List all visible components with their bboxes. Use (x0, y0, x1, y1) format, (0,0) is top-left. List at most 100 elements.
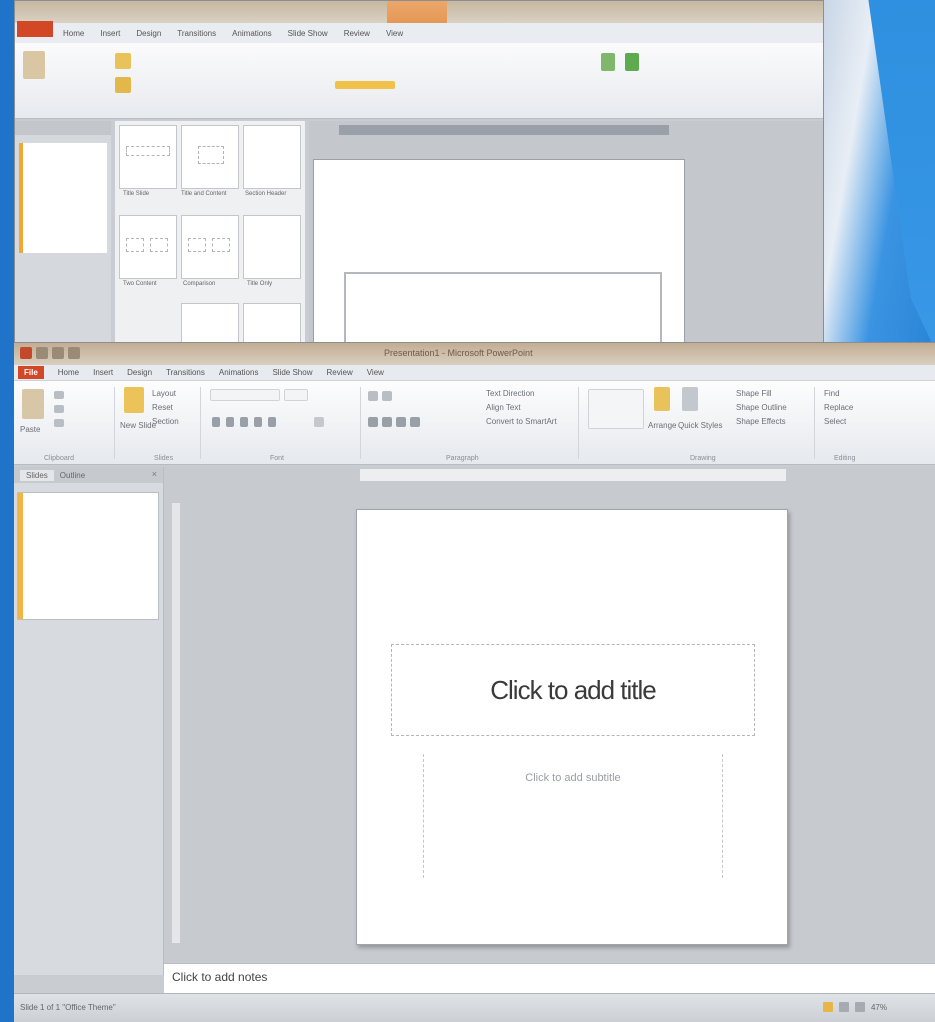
align-center-icon[interactable] (382, 417, 392, 427)
close-icon[interactable]: × (152, 469, 157, 479)
tab-insert[interactable]: Insert (93, 368, 113, 377)
shapes-gallery[interactable] (588, 389, 644, 429)
ribbon: Paste Clipboard New Slide Layout Reset S… (14, 381, 935, 465)
font-name-select[interactable] (210, 389, 280, 401)
align-right-icon[interactable] (396, 417, 406, 427)
text-direction-button[interactable]: Text Direction (486, 389, 534, 398)
layout-option (181, 215, 239, 279)
tab-animations[interactable]: Animations (219, 368, 259, 377)
slides-pane: Slides Outline × (14, 467, 164, 975)
tab-review[interactable]: Review (326, 368, 352, 377)
shape-outline-button[interactable]: Shape Outline (736, 403, 787, 412)
back-title-box (344, 272, 662, 349)
group-separator (360, 387, 361, 459)
arrange-icon[interactable] (654, 387, 670, 411)
group-label: Drawing (690, 455, 716, 462)
group-label: Paragraph (446, 455, 479, 462)
layout-label: Title Only (247, 281, 273, 287)
convert-smartart-button[interactable]: Convert to SmartArt (486, 417, 557, 426)
tab-home[interactable]: Home (58, 368, 79, 377)
back-titlebar (15, 1, 823, 37)
back-ruler (339, 125, 669, 135)
quick-access-toolbar (20, 347, 80, 359)
tab-slides[interactable]: Slides (20, 469, 54, 481)
desktop-background (0, 0, 14, 1022)
back-tab: Animations (232, 28, 272, 38)
copy-icon[interactable] (54, 405, 64, 413)
undo-icon[interactable] (52, 347, 64, 359)
normal-view-icon[interactable] (822, 1002, 833, 1012)
layout-gallery: Title Slide Title and Content Section He… (115, 121, 305, 349)
paste-button[interactable]: Paste (20, 425, 40, 434)
subtitle-placeholder[interactable]: Click to add subtitle (423, 754, 723, 878)
align-left-icon[interactable] (368, 417, 378, 427)
back-slide-thumbnail (19, 143, 107, 253)
tab-outline[interactable]: Outline (60, 471, 85, 480)
tab-slide-show[interactable]: Slide Show (272, 368, 312, 377)
bold-icon[interactable] (212, 417, 220, 427)
back-file-tab (17, 21, 53, 37)
select-button[interactable]: Select (824, 417, 846, 426)
justify-icon[interactable] (410, 417, 420, 427)
shadow-icon[interactable] (268, 417, 276, 427)
tab-view[interactable]: View (367, 368, 384, 377)
back-new-slide-icon (115, 53, 131, 69)
slide-canvas[interactable]: Click to add title Click to add subtitle (356, 509, 788, 945)
new-slide-icon[interactable] (124, 387, 144, 413)
notes-pane[interactable]: Click to add notes (164, 963, 935, 993)
zoom-level[interactable]: 47% (871, 1003, 887, 1012)
shape-effects-button[interactable]: Shape Effects (736, 417, 786, 426)
shape-fill-button[interactable]: Shape Fill (736, 389, 772, 398)
group-label: Font (270, 455, 285, 462)
paste-icon[interactable] (22, 389, 44, 419)
new-slide-button[interactable]: New Slide (120, 421, 156, 430)
bullets-icon[interactable] (368, 391, 378, 401)
back-tab: Home (63, 28, 85, 38)
slide-sorter-icon[interactable] (838, 1002, 849, 1012)
strikethrough-icon[interactable] (254, 417, 262, 427)
quick-styles-button[interactable]: Quick Styles (678, 421, 722, 430)
layout-option (119, 125, 177, 189)
reset-button[interactable]: Reset (152, 403, 173, 412)
back-paste-icon (23, 51, 45, 79)
underline-icon[interactable] (240, 417, 248, 427)
file-tab[interactable]: File (18, 366, 44, 379)
redo-icon[interactable] (68, 347, 80, 359)
notes-placeholder: Click to add notes (172, 970, 268, 984)
title-placeholder[interactable]: Click to add title (391, 644, 755, 736)
back-tab: Insert (100, 28, 121, 38)
layout-option (119, 215, 177, 279)
save-icon[interactable] (36, 347, 48, 359)
quick-styles-icon[interactable] (682, 387, 698, 411)
view-controls: 47% (822, 1002, 887, 1012)
format-painter-icon[interactable] (54, 419, 64, 427)
reading-view-icon[interactable] (854, 1002, 865, 1012)
numbering-icon[interactable] (382, 391, 392, 401)
layout-label: Comparison (183, 281, 216, 287)
ribbon-tabbar: File Home Insert Design Transitions Anim… (14, 365, 935, 381)
italic-icon[interactable] (226, 417, 234, 427)
group-separator (578, 387, 579, 459)
slide-editor: Click to add title Click to add subtitle (164, 467, 935, 975)
layout-button[interactable]: Layout (152, 389, 176, 398)
section-button[interactable]: Section (152, 417, 179, 426)
font-color-icon[interactable] (314, 417, 324, 427)
powerpoint-window: Presentation1 - Microsoft PowerPoint Fil… (14, 342, 935, 1022)
find-button[interactable]: Find (824, 389, 840, 398)
app-icon[interactable] (20, 347, 32, 359)
arrange-button[interactable]: Arrange (648, 421, 676, 430)
back-canvas (309, 121, 823, 349)
slide-thumbnail[interactable] (18, 493, 158, 619)
status-bar: Slide 1 of 1 "Office Theme" 47% (14, 993, 935, 1022)
layout-label: Section Header (245, 191, 287, 197)
align-text-button[interactable]: Align Text (486, 403, 521, 412)
back-tab: Review (343, 28, 370, 38)
font-size-select[interactable] (284, 389, 308, 401)
replace-button[interactable]: Replace (824, 403, 853, 412)
tab-design[interactable]: Design (127, 368, 152, 377)
group-label: Slides (154, 455, 174, 462)
back-highlight-icon (335, 81, 395, 89)
cut-icon[interactable] (54, 391, 64, 399)
tab-transitions[interactable]: Transitions (166, 368, 205, 377)
horizontal-ruler (360, 469, 786, 481)
